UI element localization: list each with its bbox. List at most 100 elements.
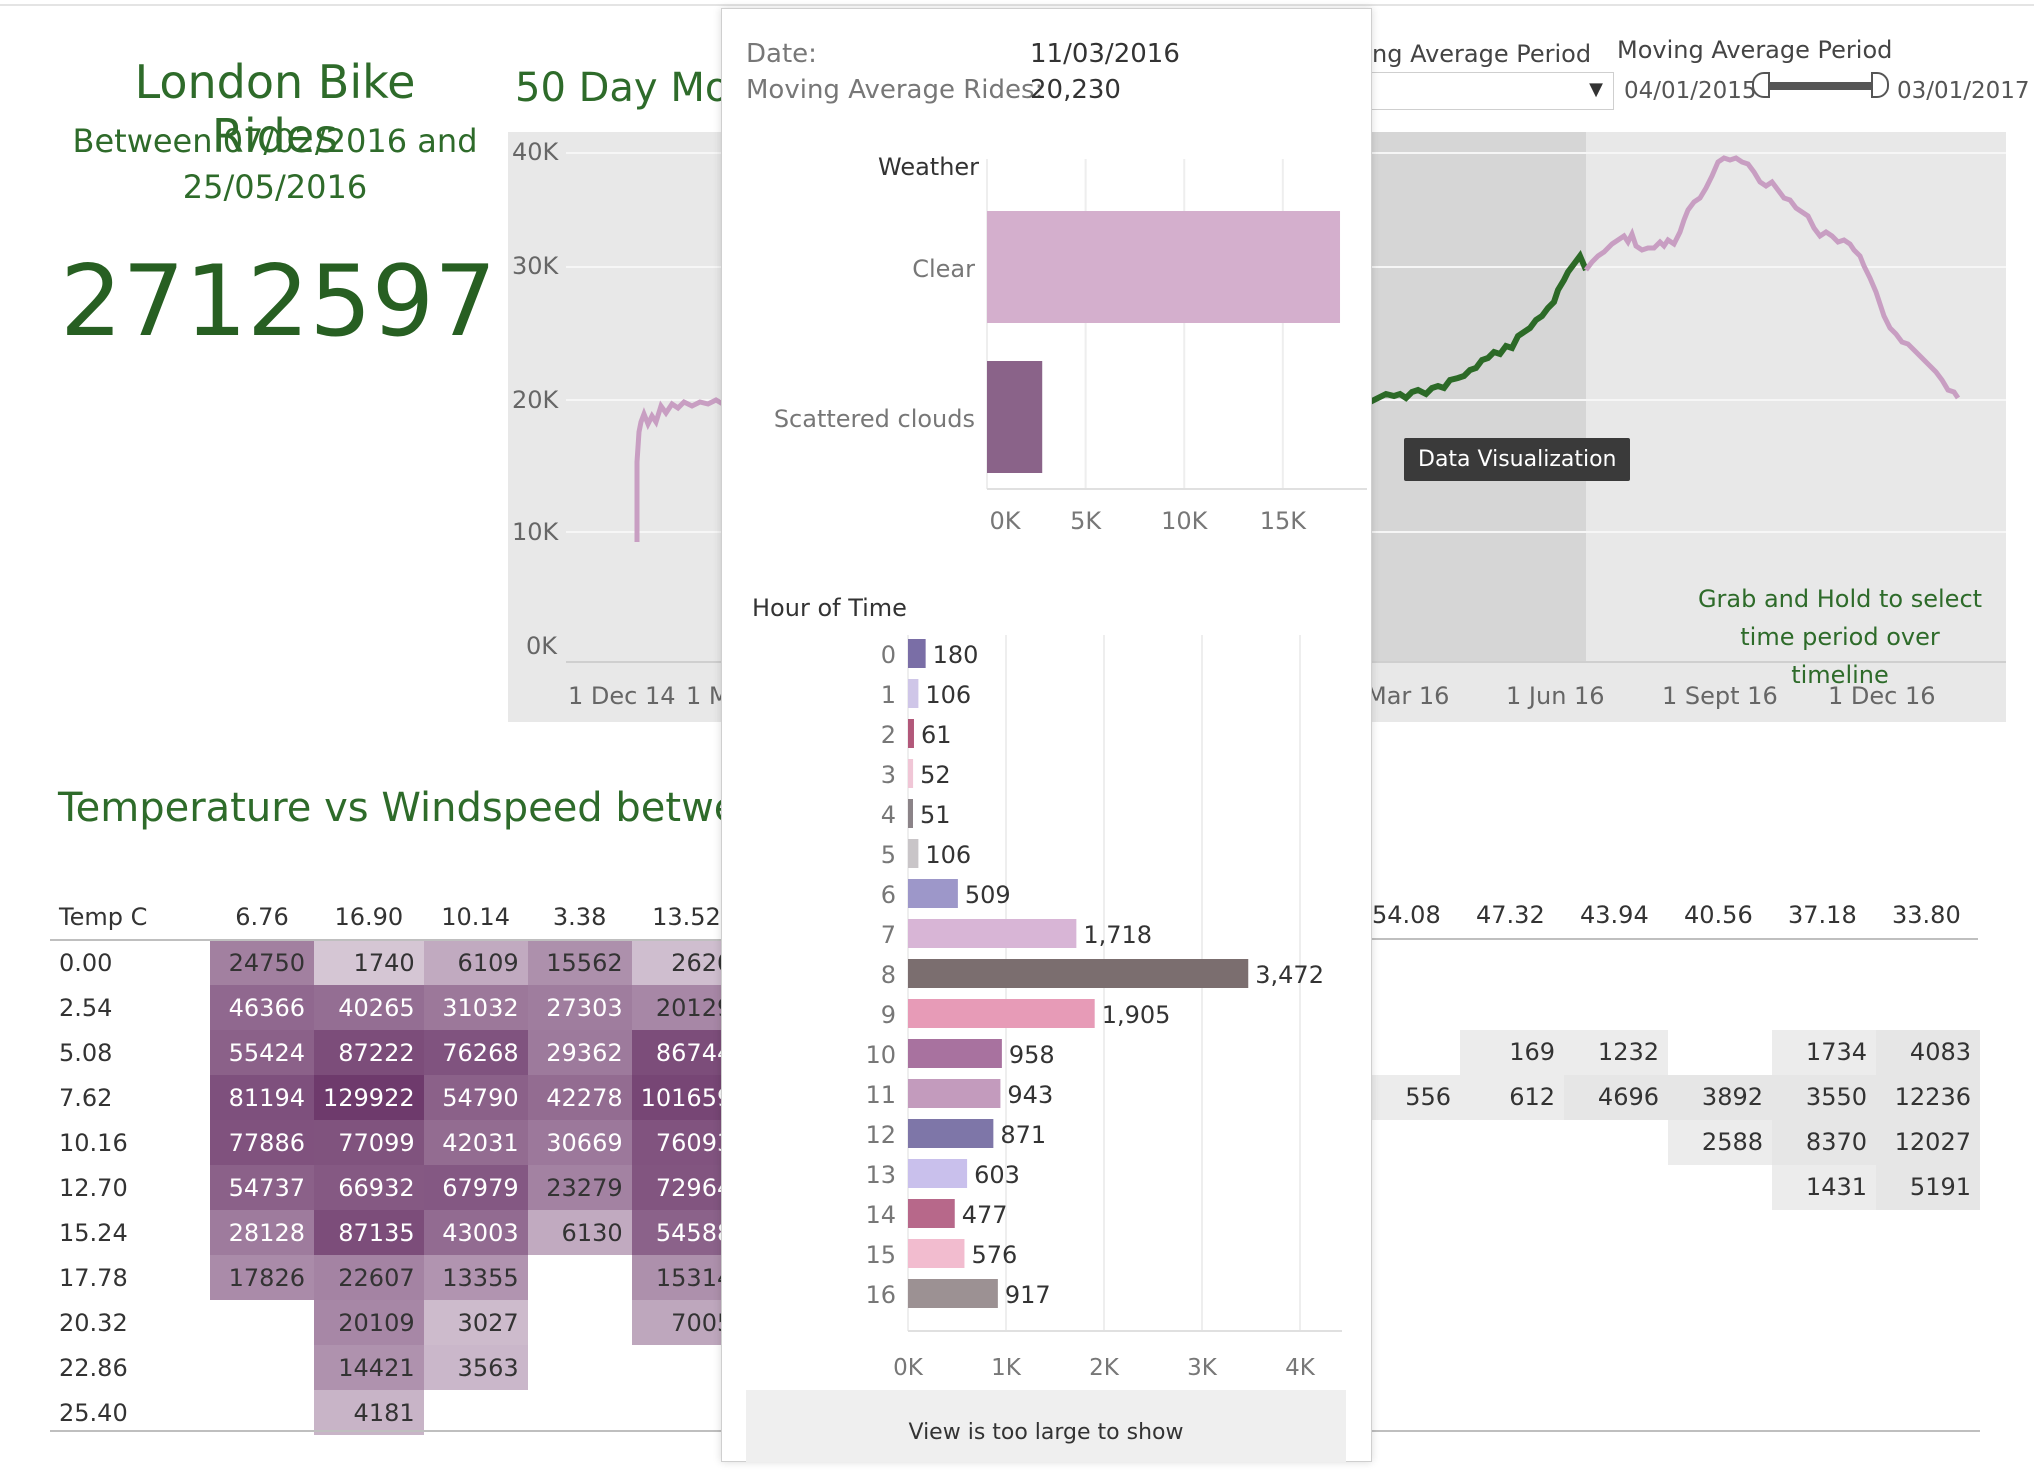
- value-label: 477: [962, 1201, 1008, 1229]
- value-label: 61: [921, 721, 952, 749]
- heatmap-cell[interactable]: [210, 1345, 314, 1390]
- y-tick-20k: 20K: [512, 386, 559, 414]
- hour-label: 17: [865, 1321, 896, 1349]
- date-range-slider-track[interactable]: [1767, 82, 1871, 90]
- value-label: 576: [971, 1241, 1017, 1269]
- heatmap-cell[interactable]: 4696: [1564, 1075, 1668, 1120]
- heatmap-cell[interactable]: 87222: [314, 1030, 424, 1075]
- heatmap-title: Temperature vs Windspeed betwee: [58, 785, 764, 831]
- heatmap-cell[interactable]: 1734: [1772, 1030, 1876, 1075]
- heatmap-cell[interactable]: 5191: [1876, 1165, 1980, 1210]
- heatmap-cell[interactable]: 6109: [423, 940, 528, 985]
- heatmap-cell[interactable]: 24750: [210, 940, 314, 985]
- hour-label: 15: [865, 1241, 896, 1269]
- value-label: 917: [1005, 1281, 1051, 1309]
- heatmap-cell[interactable]: 42278: [527, 1075, 632, 1120]
- moving-average-rides-value: 20,230: [1030, 75, 1121, 105]
- heatmap-cell[interactable]: [424, 1390, 528, 1435]
- heatmap-cell[interactable]: 17826: [210, 1255, 314, 1300]
- hour-label: 1: [881, 681, 896, 709]
- heatmap-cell[interactable]: 40265: [314, 985, 424, 1030]
- heatmap-cell[interactable]: 169: [1460, 1030, 1564, 1075]
- x-tick-mar16: Mar 16: [1366, 682, 1450, 710]
- hint-line-2: time period over timeline: [1740, 623, 1940, 689]
- heatmap-cell[interactable]: 66932: [314, 1165, 424, 1210]
- heatmap-cell[interactable]: 2588: [1668, 1120, 1772, 1165]
- hour-bar: [908, 639, 926, 668]
- heatmap-cell[interactable]: 6130: [527, 1210, 632, 1255]
- heatmap-cell[interactable]: 81194: [210, 1075, 314, 1120]
- x-tick-label: 0K: [989, 507, 1021, 535]
- slider-end-handle[interactable]: [1871, 72, 1889, 98]
- row-header: Temp C: [50, 895, 210, 941]
- heatmap-row: 17.78 17826 22607 13355 15314: [50, 1255, 742, 1300]
- x-tick-label: 2K: [1089, 1355, 1120, 1381]
- hour-label: 5: [881, 841, 896, 869]
- heatmap-cell[interactable]: 612: [1460, 1075, 1564, 1120]
- heatmap-cell[interactable]: [528, 1345, 632, 1390]
- column-header: 37.18: [1788, 901, 1857, 929]
- hour-bar: [908, 1039, 1002, 1068]
- hour-bar: [908, 1119, 994, 1148]
- heatmap-cell[interactable]: 3027: [423, 1300, 528, 1345]
- heatmap-cell[interactable]: 4083: [1876, 1030, 1980, 1075]
- heatmap-cell[interactable]: [210, 1390, 314, 1435]
- moving-average-period-dropdown[interactable]: ▼: [1370, 72, 1614, 110]
- subtitle-line-2: 25/05/2016: [182, 168, 368, 206]
- moving-average-period-label: ng Average Period: [1372, 40, 1592, 68]
- slider-start-handle[interactable]: [1752, 72, 1770, 98]
- heatmap-cell[interactable]: 1740: [314, 940, 424, 985]
- hour-bar: [908, 879, 958, 908]
- hour-bar: [908, 839, 919, 868]
- heatmap-cell[interactable]: 54737: [210, 1165, 314, 1210]
- heatmap-cell[interactable]: 14421: [314, 1345, 424, 1390]
- heatmap-cell[interactable]: 29362: [527, 1030, 632, 1075]
- heatmap-cell[interactable]: 15562: [527, 940, 632, 985]
- heatmap-cell[interactable]: 3892: [1668, 1075, 1772, 1120]
- heatmap-cell[interactable]: 12027: [1876, 1120, 1980, 1165]
- heatmap-cell[interactable]: 31032: [423, 985, 528, 1030]
- heatmap-cell[interactable]: 22607: [314, 1255, 424, 1300]
- heatmap-cell[interactable]: 8370: [1772, 1120, 1876, 1165]
- heatmap-cell[interactable]: 55424: [210, 1030, 314, 1075]
- value-label: 871: [1000, 1121, 1046, 1149]
- temperature-windspeed-heatmap: Temp C 6.76 16.90 10.14 3.38 13.52 0.00 2…: [50, 895, 742, 1435]
- heatmap-cell[interactable]: 1431: [1772, 1165, 1876, 1210]
- heatmap-cell[interactable]: 30669: [527, 1120, 632, 1165]
- heatmap-cell[interactable]: 23279: [527, 1165, 632, 1210]
- heatmap-cell[interactable]: 129922: [314, 1075, 424, 1120]
- heatmap-cell[interactable]: 1232: [1564, 1030, 1668, 1075]
- heatmap-cell[interactable]: [528, 1390, 632, 1435]
- heatmap-cell[interactable]: [528, 1300, 632, 1345]
- heatmap-cell[interactable]: 77099: [314, 1120, 424, 1165]
- heatmap-cell[interactable]: 46366: [210, 985, 314, 1030]
- value-label: 509: [965, 881, 1011, 909]
- heatmap-cell[interactable]: 67979: [423, 1165, 528, 1210]
- temperature-label: 22.86: [59, 1353, 128, 1382]
- hour-bar: [908, 919, 1077, 948]
- heatmap-cell[interactable]: 20109: [314, 1300, 424, 1345]
- heatmap-cell[interactable]: 87135: [314, 1210, 424, 1255]
- value-label: 106: [925, 681, 971, 709]
- chevron-down-icon: ▼: [1589, 79, 1603, 100]
- heatmap-cell[interactable]: 28128: [210, 1210, 314, 1255]
- heatmap-cell[interactable]: 54790: [423, 1075, 528, 1120]
- y-tick-0k: 0K: [526, 632, 558, 660]
- heatmap-cell[interactable]: 12236: [1876, 1075, 1980, 1120]
- heatmap-cell[interactable]: [528, 1255, 632, 1300]
- hour-bar: [908, 1159, 968, 1188]
- hour-bar: [908, 719, 914, 748]
- heatmap-cell[interactable]: 77886: [210, 1120, 314, 1165]
- heatmap-cell[interactable]: 76268: [423, 1030, 528, 1075]
- heatmap-cell[interactable]: 4181: [314, 1390, 424, 1435]
- x-tick-label: 0K: [893, 1355, 924, 1381]
- heatmap-cell[interactable]: 3550: [1772, 1075, 1876, 1120]
- heatmap-cell[interactable]: 42031: [423, 1120, 528, 1165]
- heatmap-cell[interactable]: [210, 1300, 314, 1345]
- heatmap-cell[interactable]: 27303: [527, 985, 632, 1030]
- heatmap-cell[interactable]: 43003: [423, 1210, 528, 1255]
- heatmap-cell[interactable]: 3563: [423, 1345, 528, 1390]
- y-tick-30k: 30K: [512, 252, 559, 280]
- heatmap-row: 22.86 14421 3563: [50, 1345, 741, 1390]
- heatmap-cell[interactable]: 13355: [423, 1255, 528, 1300]
